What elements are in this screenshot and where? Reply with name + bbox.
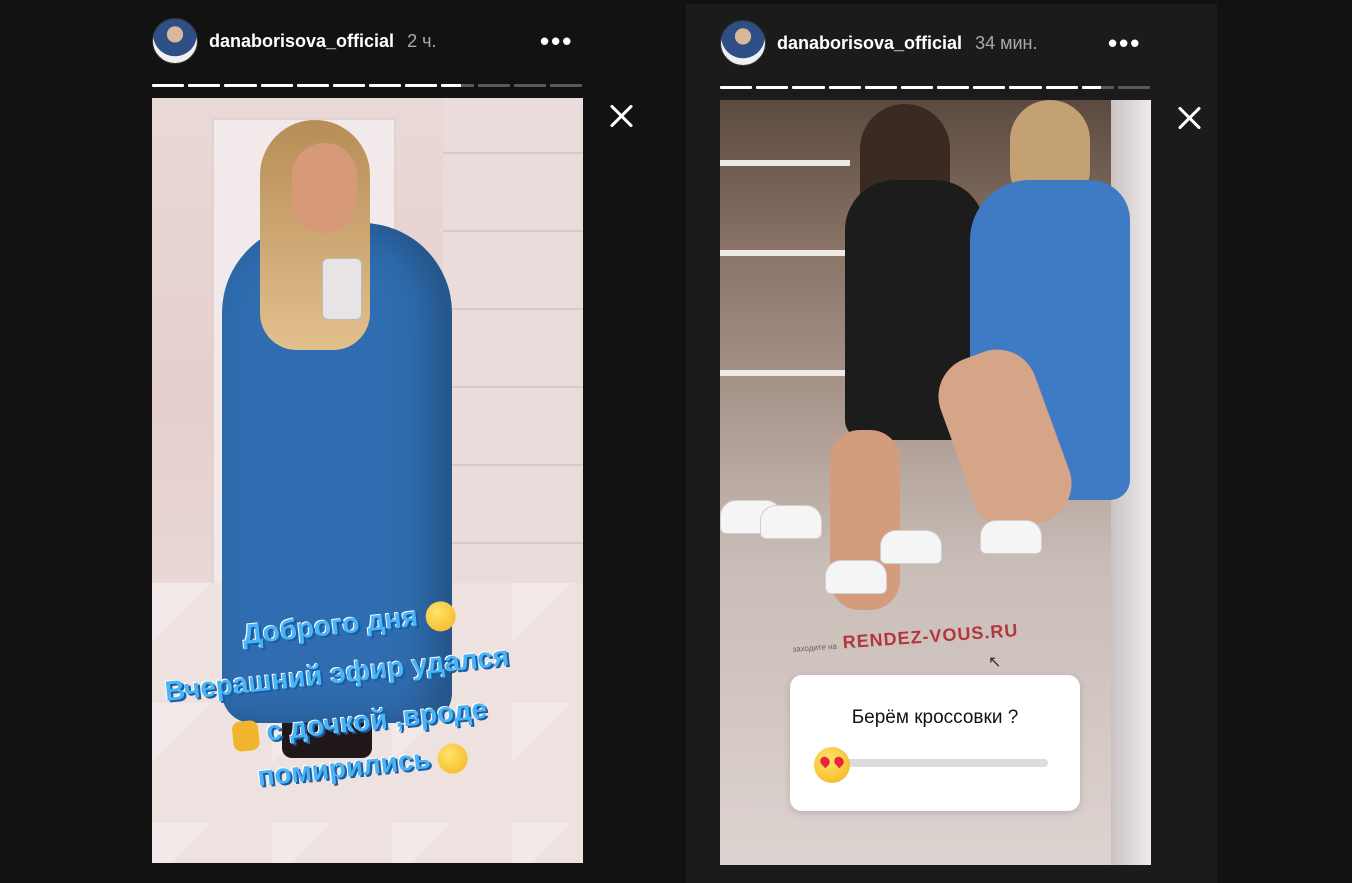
sneaker — [880, 530, 942, 564]
progress-segment-current — [441, 84, 474, 87]
progress-segment — [756, 86, 789, 89]
heart-eyes-emoji[interactable] — [814, 747, 850, 783]
progress-segment — [1009, 86, 1042, 89]
story-media[interactable]: Доброго дня Вчерашний эфир удался с дочк… — [152, 98, 583, 863]
progress-segment — [1117, 86, 1151, 89]
story-header: danaborisova_official 34 мин. — [720, 20, 1037, 66]
close-icon[interactable] — [1176, 104, 1204, 132]
progress-segment — [828, 86, 861, 89]
shoe-shelf — [720, 160, 850, 166]
sneaker — [760, 505, 822, 539]
shoe-shelf — [720, 250, 850, 256]
sneaker — [980, 520, 1042, 554]
progress-segment-current — [1081, 86, 1114, 89]
poll-sticker[interactable]: Берём кроссовки ? — [790, 675, 1080, 811]
progress-segment — [720, 86, 753, 89]
progress-segment — [513, 84, 546, 87]
progress-segment — [296, 84, 329, 87]
zany-face-emoji — [436, 741, 470, 775]
story-media[interactable]: заходите на RENDEZ-VOUS.RU ↖ Берём кроссо… — [720, 100, 1151, 865]
progress-segment — [224, 84, 257, 87]
progress-segment — [792, 86, 825, 89]
watermark-prefix: заходите на — [792, 641, 838, 654]
watermark-site: RENDEZ-VOUS.RU — [841, 620, 1019, 653]
post-time: 34 мин. — [975, 32, 1038, 53]
progress-segment — [549, 84, 583, 87]
progress-segment — [369, 84, 402, 87]
progress-segment — [152, 84, 185, 87]
progress-segment — [900, 86, 934, 89]
progress-segment — [864, 86, 897, 89]
face — [292, 143, 357, 233]
poll-question: Берём кроссовки ? — [851, 707, 1019, 728]
story-header: danaborisova_official 2 ч. — [152, 18, 436, 64]
poll-slider-track[interactable] — [830, 759, 1048, 767]
username[interactable]: danaborisova_official — [209, 31, 394, 52]
progress-segment — [937, 86, 970, 89]
progress-segment — [477, 84, 510, 87]
more-icon[interactable]: ••• — [1108, 30, 1141, 56]
avatar[interactable] — [152, 18, 198, 64]
story-progress-bar — [720, 86, 1151, 89]
sneaker — [825, 560, 887, 594]
background-right — [1217, 0, 1352, 883]
phone — [322, 258, 362, 320]
kiss-emoji — [424, 599, 457, 633]
progress-segment — [260, 84, 293, 87]
watermark: заходите на RENDEZ-VOUS.RU — [792, 620, 1019, 657]
cursor-icon: ↖ — [988, 654, 1002, 671]
story-panel-right: danaborisova_official 34 мин. ••• заходи… — [686, 4, 1217, 883]
avatar[interactable] — [720, 20, 766, 66]
progress-segment — [188, 84, 221, 87]
shoe-shelf — [720, 370, 850, 376]
thumbs-up-emoji — [231, 719, 261, 752]
post-time: 2 ч. — [407, 30, 437, 51]
progress-segment — [973, 86, 1006, 89]
more-icon[interactable]: ••• — [540, 28, 573, 54]
progress-segment — [405, 84, 438, 87]
progress-segment — [332, 84, 366, 87]
close-icon[interactable] — [608, 102, 636, 130]
progress-segment — [1045, 86, 1078, 89]
username[interactable]: danaborisova_official — [777, 33, 962, 54]
story-progress-bar — [152, 84, 583, 87]
story-panel-left: danaborisova_official 2 ч. ••• Доброго д… — [0, 0, 684, 883]
